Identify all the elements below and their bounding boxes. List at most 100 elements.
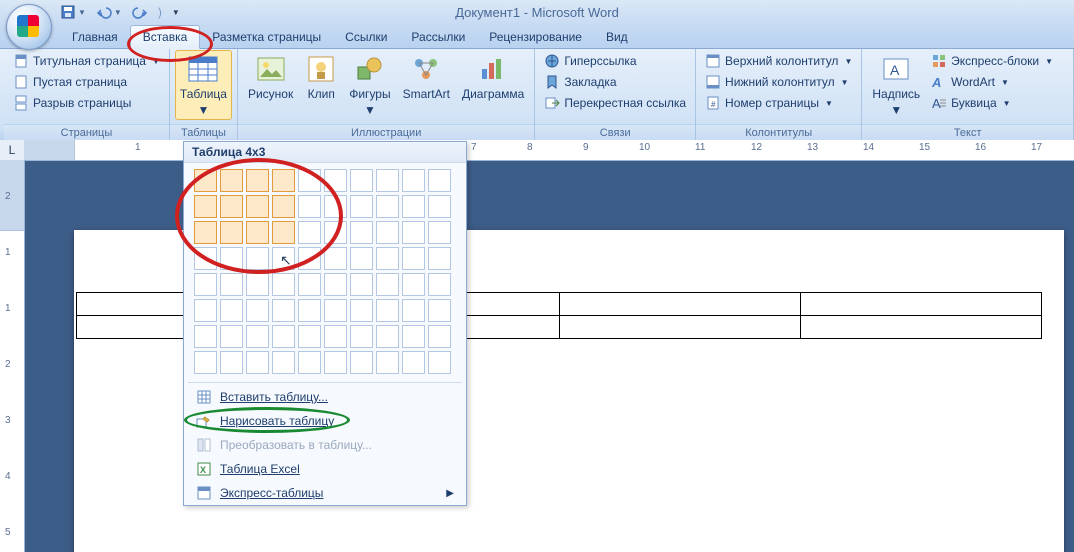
grid-cell[interactable] [350, 273, 373, 296]
tab-insert[interactable]: Вставка [130, 25, 201, 49]
qat-undo[interactable]: ▼ [96, 4, 122, 20]
grid-cell[interactable] [194, 273, 217, 296]
grid-cell[interactable] [272, 221, 295, 244]
qat-redo[interactable] [132, 4, 148, 20]
grid-cell[interactable] [350, 247, 373, 270]
grid-cell[interactable] [246, 247, 269, 270]
grid-cell[interactable] [402, 325, 425, 348]
grid-cell[interactable] [428, 325, 451, 348]
blank-page-button[interactable]: Пустая страница [10, 72, 163, 92]
office-button[interactable] [6, 4, 52, 50]
grid-cell[interactable] [246, 299, 269, 322]
grid-cell[interactable] [272, 299, 295, 322]
grid-cell[interactable] [402, 221, 425, 244]
grid-cell[interactable] [220, 273, 243, 296]
grid-cell[interactable] [350, 351, 373, 374]
cover-page-button[interactable]: Титульная страница▼ [10, 51, 163, 71]
grid-cell[interactable] [428, 247, 451, 270]
grid-cell[interactable] [220, 247, 243, 270]
tab-review[interactable]: Рецензирование [477, 26, 594, 48]
pagenum-button[interactable]: #Номер страницы▼ [702, 93, 855, 113]
wordart-button[interactable]: AWordArt▼ [928, 72, 1056, 92]
grid-cell[interactable] [428, 351, 451, 374]
grid-cell[interactable] [402, 299, 425, 322]
grid-cell[interactable] [402, 247, 425, 270]
grid-cell[interactable] [324, 351, 347, 374]
grid-cell[interactable] [194, 195, 217, 218]
grid-cell[interactable] [376, 195, 399, 218]
grid-cell[interactable] [220, 325, 243, 348]
grid-cell[interactable] [298, 299, 321, 322]
grid-cell[interactable] [350, 325, 373, 348]
grid-cell[interactable] [298, 247, 321, 270]
grid-cell[interactable] [376, 273, 399, 296]
grid-cell[interactable] [350, 169, 373, 192]
grid-cell[interactable] [272, 169, 295, 192]
tab-home[interactable]: Главная [60, 26, 130, 48]
dropcap-button[interactable]: AБуквица▼ [928, 93, 1056, 113]
grid-cell[interactable] [246, 195, 269, 218]
grid-cell[interactable] [350, 221, 373, 244]
grid-cell[interactable] [246, 351, 269, 374]
grid-cell[interactable] [246, 273, 269, 296]
grid-cell[interactable] [376, 247, 399, 270]
grid-cell[interactable] [324, 247, 347, 270]
draw-table-item[interactable]: Нарисовать таблицу [184, 409, 466, 433]
smartart-button[interactable]: SmartArt [399, 51, 454, 103]
grid-cell[interactable] [272, 325, 295, 348]
qat-customize[interactable]: ▼ [172, 8, 180, 17]
express-tables-item[interactable]: Экспресс-таблицы▶ [184, 481, 466, 505]
grid-cell[interactable] [220, 221, 243, 244]
grid-cell[interactable] [194, 247, 217, 270]
grid-cell[interactable] [324, 221, 347, 244]
grid-cell[interactable] [246, 221, 269, 244]
grid-cell[interactable] [350, 299, 373, 322]
grid-cell[interactable] [220, 351, 243, 374]
footer-button[interactable]: Нижний колонтитул▼ [702, 72, 855, 92]
grid-cell[interactable] [324, 195, 347, 218]
qat-save[interactable]: ▼ [60, 4, 86, 20]
grid-cell[interactable] [298, 273, 321, 296]
excel-table-item[interactable]: XТаблица Excel [184, 457, 466, 481]
grid-cell[interactable] [194, 221, 217, 244]
grid-cell[interactable] [324, 273, 347, 296]
hyperlink-button[interactable]: Гиперссылка [541, 51, 689, 71]
grid-cell[interactable] [298, 351, 321, 374]
grid-cell[interactable] [402, 273, 425, 296]
grid-cell[interactable] [428, 221, 451, 244]
table-size-grid[interactable] [184, 163, 466, 380]
grid-cell[interactable] [220, 299, 243, 322]
grid-cell[interactable] [428, 169, 451, 192]
picture-button[interactable]: Рисунок [244, 51, 297, 103]
grid-cell[interactable] [272, 273, 295, 296]
insert-table-item[interactable]: Вставить таблицу... [184, 385, 466, 409]
grid-cell[interactable] [324, 169, 347, 192]
tab-references[interactable]: Ссылки [333, 26, 399, 48]
grid-cell[interactable] [376, 299, 399, 322]
shapes-button[interactable]: Фигуры▼ [345, 51, 394, 119]
grid-cell[interactable] [220, 195, 243, 218]
grid-cell[interactable] [298, 325, 321, 348]
grid-cell[interactable] [272, 195, 295, 218]
crossref-button[interactable]: Перекрестная ссылка [541, 93, 689, 113]
quickparts-button[interactable]: Экспресс-блоки▼ [928, 51, 1056, 71]
bookmark-button[interactable]: Закладка [541, 72, 689, 92]
horizontal-ruler[interactable]: 1234567891011121314151617 [24, 140, 1074, 161]
grid-cell[interactable] [324, 299, 347, 322]
grid-cell[interactable] [298, 221, 321, 244]
grid-cell[interactable] [272, 247, 295, 270]
ruler-corner[interactable]: L [0, 140, 25, 161]
grid-cell[interactable] [246, 169, 269, 192]
grid-cell[interactable] [376, 325, 399, 348]
grid-cell[interactable] [194, 351, 217, 374]
table-button[interactable]: Таблица ▼ [176, 51, 231, 119]
grid-cell[interactable] [428, 299, 451, 322]
grid-cell[interactable] [402, 169, 425, 192]
grid-cell[interactable] [298, 195, 321, 218]
grid-cell[interactable] [194, 169, 217, 192]
grid-cell[interactable] [324, 325, 347, 348]
grid-cell[interactable] [350, 195, 373, 218]
grid-cell[interactable] [376, 221, 399, 244]
clip-button[interactable]: Клип [301, 51, 341, 103]
grid-cell[interactable] [402, 195, 425, 218]
